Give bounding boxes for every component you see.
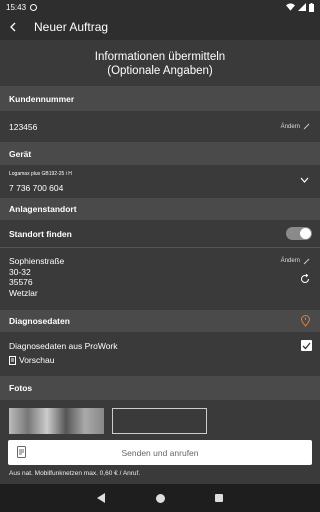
pencil-icon: [303, 258, 310, 265]
add-photo-slot[interactable]: [112, 408, 207, 434]
section-diagnostics: Diagnosedaten: [0, 310, 320, 332]
section-device: Gerät: [0, 142, 320, 165]
chevron-down-icon[interactable]: [300, 177, 309, 183]
edit-label: Ändern: [280, 258, 300, 264]
device-row[interactable]: Logamax plus GB192-25 i H 7 736 700 604: [0, 166, 320, 196]
wifi-icon: [286, 3, 295, 11]
device-number: 7 736 700 604: [9, 183, 64, 193]
diagnostics-checkbox[interactable]: [301, 340, 312, 351]
edit-customer-button[interactable]: Ändern: [281, 123, 310, 130]
find-location-toggle[interactable]: [286, 227, 312, 240]
send-button-label: Senden und anrufen: [121, 447, 199, 458]
find-location-row: Standort finden: [0, 220, 320, 247]
back-arrow-icon[interactable]: [1, 20, 25, 35]
document-icon: [9, 355, 16, 365]
preview-label: Vorschau: [19, 355, 55, 365]
page-title: Neuer Auftrag: [34, 20, 109, 34]
photo-thumbnail[interactable]: [9, 408, 104, 434]
system-nav-bar: [0, 484, 320, 512]
app-bar: Neuer Auftrag: [0, 14, 320, 40]
address-block: Sophienstraße 30-32 35576 Wetzlar Ändern: [0, 256, 320, 310]
device-model: Logamax plus GB192-25 i H: [9, 171, 72, 177]
address-zip: 35576: [9, 277, 33, 287]
nav-recents-icon[interactable]: [215, 494, 223, 502]
heading-line-2: (Optionale Angaben): [107, 65, 213, 77]
location-pin-icon[interactable]: [301, 315, 310, 327]
section-label: Kundennummer: [9, 93, 75, 104]
status-bar: 15:43: [0, 0, 320, 14]
edit-address-button[interactable]: Ändern: [281, 256, 310, 267]
address-house-number: 30-32: [9, 266, 31, 277]
nav-back-icon[interactable]: [97, 493, 106, 503]
customer-number-row[interactable]: 123456 Ändern: [0, 113, 320, 140]
signal-icon: [298, 3, 306, 11]
section-label: Gerät: [9, 148, 32, 159]
notification-icon: [30, 3, 38, 11]
send-and-call-button[interactable]: Senden und anrufen: [8, 440, 312, 465]
nav-home-icon[interactable]: [156, 493, 165, 503]
phone-document-icon: [17, 446, 26, 458]
call-cost-note: Aus nat. Mobilfunknetzen max. 0,60 € / A…: [9, 470, 141, 477]
address-city: Wetzlar: [9, 287, 38, 298]
refresh-icon[interactable]: [300, 274, 310, 284]
section-label: Anlagenstandort: [9, 204, 77, 214]
status-time: 15:43: [6, 2, 27, 12]
section-location: Anlagenstandort: [0, 198, 320, 220]
preview-link[interactable]: Vorschau: [9, 355, 320, 365]
checkmark-icon: [302, 342, 311, 349]
section-label: Diagnosedaten: [9, 316, 70, 326]
pencil-icon: [303, 123, 310, 130]
address-street: Sophienstraße: [9, 256, 65, 266]
find-location-label: Standort finden: [9, 228, 72, 239]
divider: [0, 247, 320, 248]
info-heading: Informationen übermitteln (Optionale Ang…: [0, 50, 320, 78]
heading-line-1: Informationen übermitteln: [94, 51, 226, 63]
battery-icon: [309, 2, 314, 12]
diagnostics-row: Diagnosedaten aus ProWork Vorschau: [0, 337, 320, 371]
toggle-knob: [300, 228, 311, 239]
section-photos: Fotos: [0, 376, 320, 400]
customer-number-value: 123456: [9, 121, 38, 132]
edit-label: Ändern: [280, 123, 300, 130]
diagnostics-item-label: Diagnosedaten aus ProWork: [9, 341, 118, 351]
section-customer-number: Kundennummer: [0, 86, 320, 111]
section-label: Fotos: [9, 383, 33, 393]
